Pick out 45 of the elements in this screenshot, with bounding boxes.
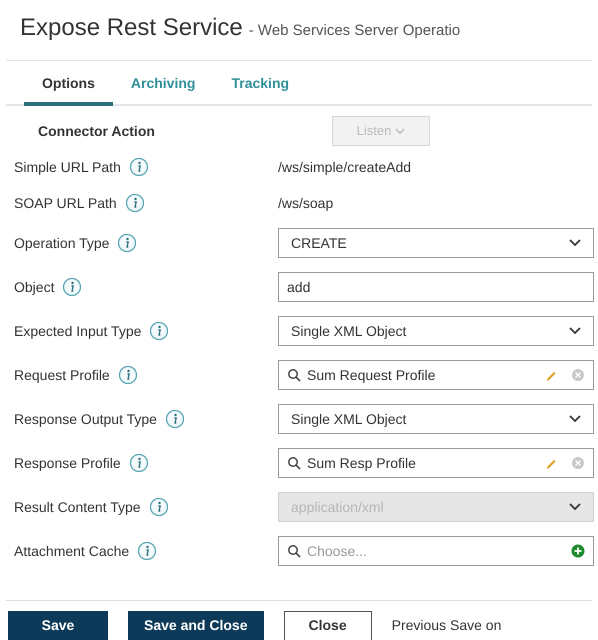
chevron-down-icon [569,239,581,247]
field-label: Request Profile [14,366,110,385]
field-value: /ws/soap [278,194,334,213]
primary-button[interactable]: Save and Close [128,610,264,640]
search-icon [287,368,301,382]
select-field[interactable]: CREATE [278,228,594,258]
info-icon[interactable] [137,541,158,561]
tab[interactable]: Options [24,73,113,106]
field-label: Response Output Type [14,410,157,429]
chevron-down-icon [569,327,581,335]
field-label: Expected Input Type [14,322,142,341]
primary-button[interactable]: Save [8,610,108,640]
field-label: Operation Type [14,234,110,253]
input-field[interactable]: add [278,272,594,302]
info-icon[interactable] [124,193,145,213]
field-label: SOAP URL Path [14,194,117,212]
select-field[interactable]: Single XML Object [278,316,594,346]
field-label: Connector Action [37,122,156,140]
add-icon[interactable] [571,544,585,558]
search-icon [287,544,301,558]
page-title: Expose Rest Service [20,13,243,43]
chevron-down-icon [569,415,581,423]
info-icon[interactable] [62,277,82,297]
secondary-button[interactable]: Close [284,610,372,640]
chevron-down-icon [569,503,581,511]
tab[interactable]: Archiving [112,73,214,106]
chevron-down-icon [395,128,406,134]
info-icon[interactable] [128,157,149,177]
info-icon[interactable] [118,365,138,385]
search-icon [287,456,301,470]
info-icon[interactable] [128,453,149,473]
page-subtitle: - Web Services Server Operatio [248,21,460,41]
tab[interactable]: Tracking [213,73,308,106]
select-field[interactable]: Single XML Object [278,404,594,434]
info-icon[interactable] [117,233,138,253]
info-icon[interactable] [149,321,170,341]
info-icon[interactable] [148,497,169,517]
field-label: Object [14,278,54,297]
status-text: Previous Save on [392,616,502,635]
field-label: Attachment Cache [14,542,130,560]
field-value: /ws/simple/createAdd [278,158,412,177]
field-label: Result Content Type [14,498,141,517]
field-label: Response Profile [14,454,121,473]
info-icon[interactable] [164,409,185,429]
field-label: Simple URL Path [14,158,121,177]
